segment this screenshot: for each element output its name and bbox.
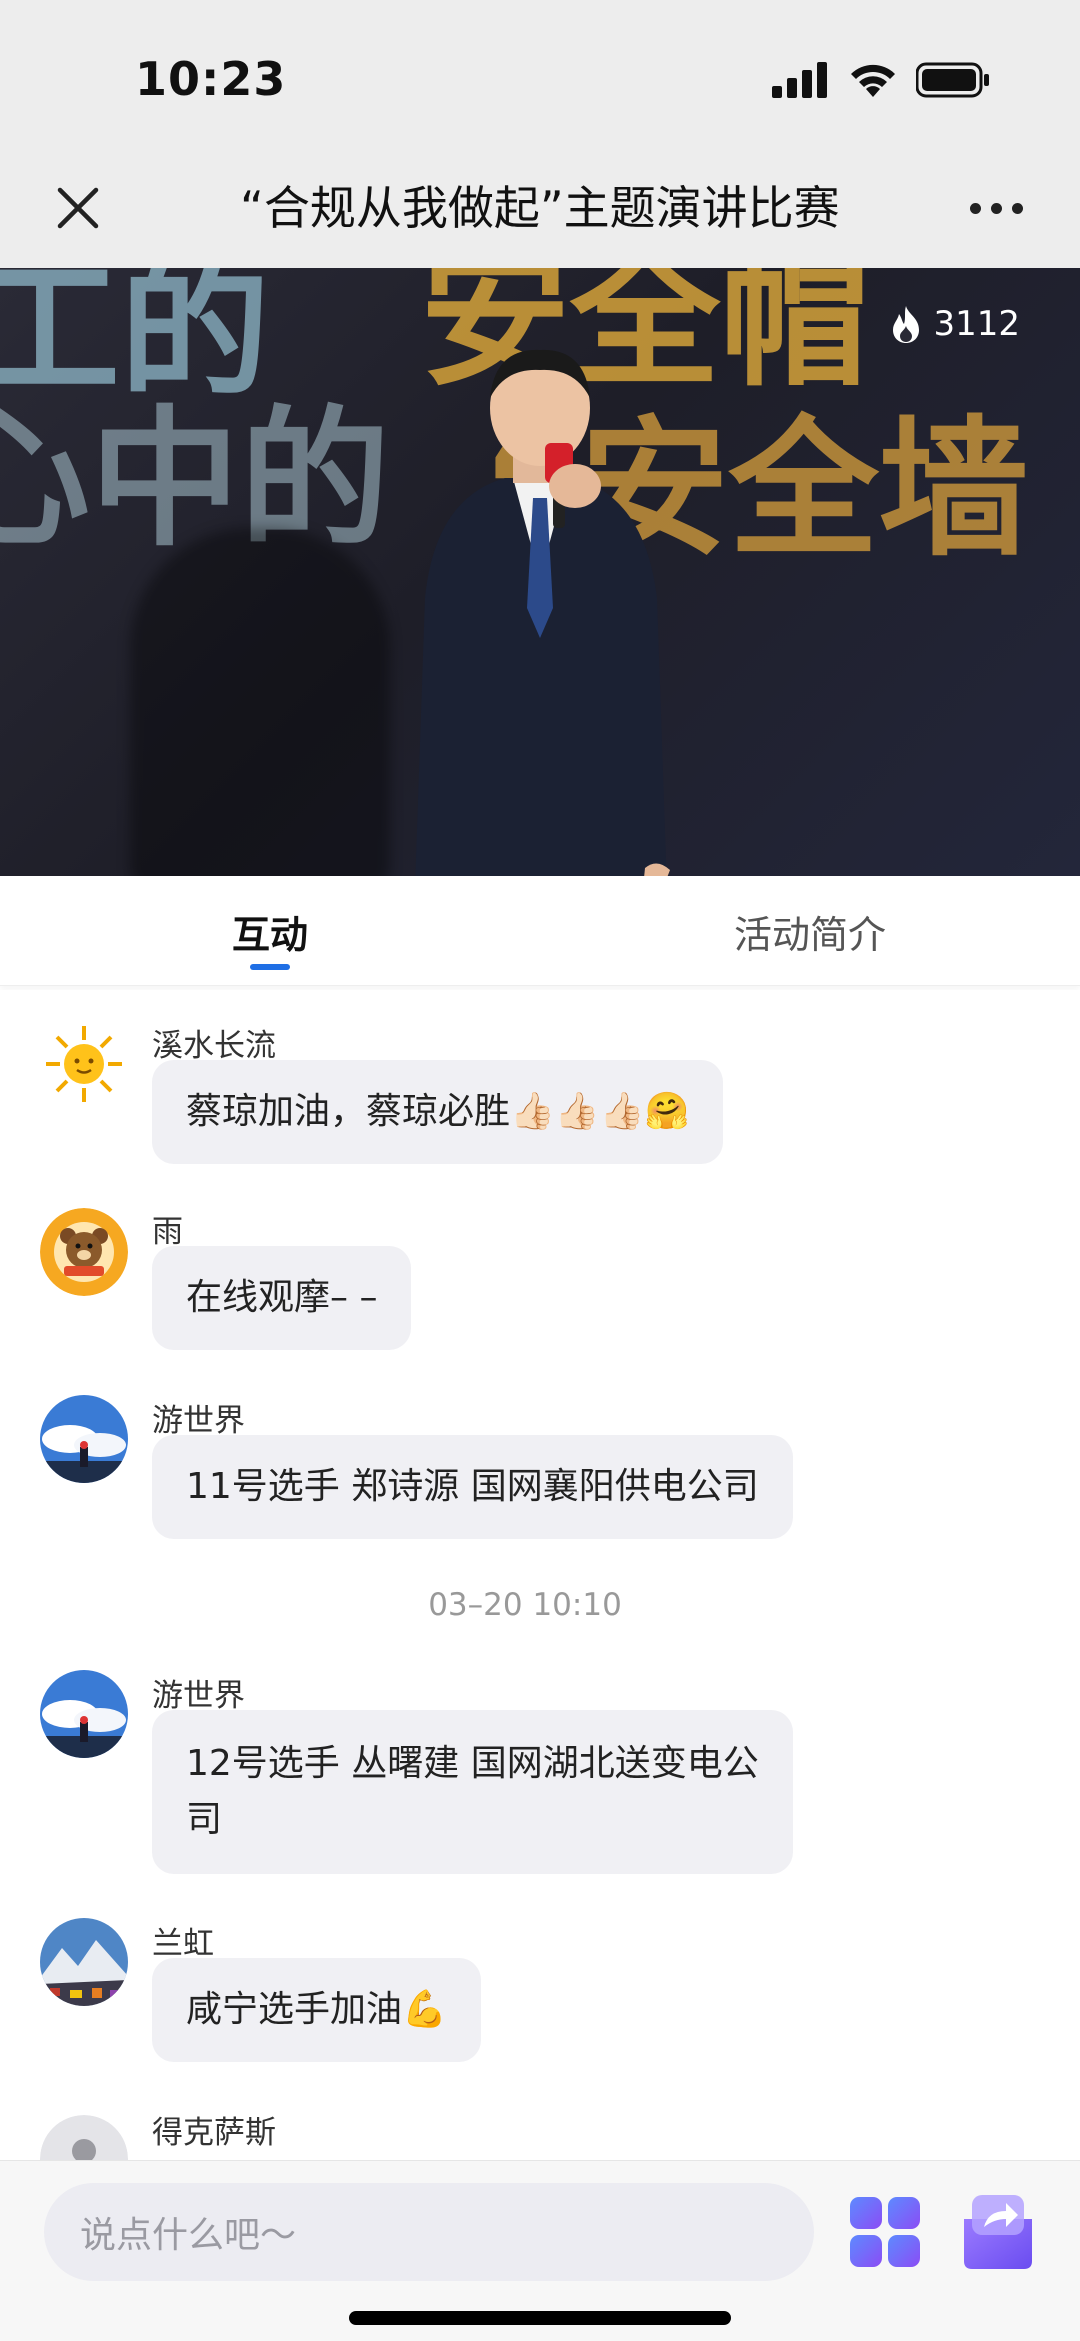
- sky-avatar: [40, 1395, 128, 1483]
- comment-author: 游世界: [152, 1403, 245, 1439]
- comment-input[interactable]: 说点什么吧～: [44, 2183, 814, 2281]
- home-indicator: [349, 2311, 731, 2325]
- sun-avatar: [40, 1020, 128, 1108]
- comment-bubble: 咸宁选手加油💪: [152, 1958, 481, 2062]
- speaker-shadow: [130, 528, 390, 876]
- wifi-icon: [851, 64, 895, 97]
- more-options-icon[interactable]: [970, 196, 1026, 220]
- comment-bubble: 蔡琼加油，蔡琼必胜👍🏻👍🏻👍🏻🤗: [152, 1060, 724, 1164]
- signal-icon: [772, 62, 827, 98]
- status-time: 10:23: [135, 52, 287, 106]
- comment-author: 游世界: [152, 1678, 245, 1714]
- close-icon[interactable]: [50, 180, 106, 236]
- apps-grid-icon[interactable]: [848, 2195, 922, 2269]
- comment-text-line: 12号选手 丛曙建 国网湖北送变电公: [186, 1743, 759, 1784]
- heat-count: 3112: [933, 304, 1020, 344]
- live-event-page: 10:23 “合规从我做起”主题演讲比赛 工的 安全帽 心中的 “安全墙 311…: [0, 0, 1080, 2341]
- fire-icon: [893, 306, 920, 343]
- comment-author: 得克萨斯: [152, 2115, 276, 2151]
- comment-bubble: 12号选手 丛曙建 国网湖北送变电公 司: [152, 1710, 793, 1874]
- status-icons: [772, 60, 990, 100]
- default-avatar: [40, 2115, 128, 2160]
- content-tabs: 互动 活动简介: [0, 876, 1080, 986]
- tab-interaction[interactable]: 互动: [0, 876, 540, 986]
- comment-author: 雨: [152, 1214, 183, 1250]
- page-title: “合规从我做起”主题演讲比赛: [240, 181, 840, 235]
- comment-bubble: 在线观摩– –: [152, 1246, 412, 1350]
- bear-avatar: [40, 1208, 128, 1296]
- comment-author: 兰虹: [152, 1926, 214, 1962]
- sky-avatar: [40, 1670, 128, 1758]
- battery-icon: [916, 62, 989, 98]
- message-timestamp: 03–20 10:10: [428, 1587, 622, 1623]
- comment-text-line: 司: [186, 1799, 223, 1840]
- mountain-avatar: [40, 1918, 128, 2006]
- speaker-figure: [415, 349, 670, 876]
- comment-author: 溪水长流: [152, 1028, 276, 1064]
- top-header: 10:23 “合规从我做起”主题演讲比赛: [0, 0, 1080, 268]
- comment-bubble: 11号选手 郑诗源 国网襄阳供电公司: [152, 1435, 793, 1539]
- comment-feed[interactable]: 溪水长流 蔡琼加油，蔡琼必胜👍🏻👍🏻👍🏻🤗 雨 在线观摩– – 游世界 11号选…: [0, 990, 1080, 2160]
- live-video-player[interactable]: 工的 安全帽 心中的 “安全墙 3112: [0, 268, 1080, 876]
- bottom-input-bar: 说点什么吧～: [0, 2160, 1080, 2341]
- popularity-badge: 3112: [889, 304, 1020, 344]
- tab-event-intro[interactable]: 活动简介: [540, 876, 1080, 986]
- share-icon[interactable]: [956, 2189, 1040, 2273]
